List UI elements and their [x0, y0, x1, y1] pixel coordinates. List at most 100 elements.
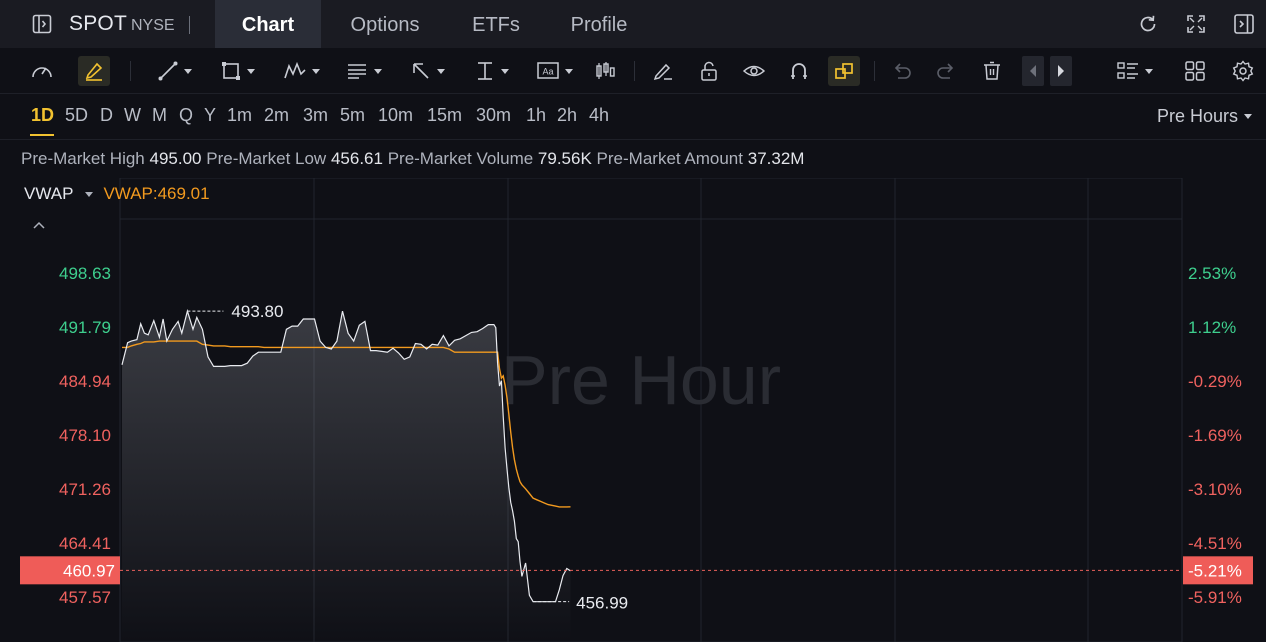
premarket-amount-value: 37.32M: [747, 149, 805, 168]
tab-profile[interactable]: Profile: [556, 0, 642, 48]
pattern-tool[interactable]: [278, 56, 324, 86]
lock-tool[interactable]: [696, 56, 722, 86]
visibility-tool[interactable]: [740, 56, 768, 86]
arrow-tool[interactable]: [404, 56, 450, 86]
tab-etfs[interactable]: ETFs: [461, 0, 531, 48]
prev-icon: [1030, 65, 1036, 77]
toolbar-separator: [874, 61, 875, 81]
premarket-high-value: 495.00: [149, 149, 202, 168]
top-bar: SPOT NYSE Chart Options ETFs Profile: [0, 0, 1266, 48]
prev-button[interactable]: [1022, 56, 1044, 86]
redo-button[interactable]: [934, 56, 958, 86]
refresh-icon[interactable]: [1137, 13, 1159, 35]
timeframe-2m[interactable]: 2m: [264, 105, 289, 126]
indicator-name[interactable]: VWAP: [24, 184, 73, 204]
premarket-high-label: Pre-Market High: [21, 149, 145, 168]
timeframe-5d[interactable]: 5D: [65, 105, 88, 126]
brush-tool[interactable]: [650, 56, 676, 86]
line-tool[interactable]: [150, 56, 198, 86]
timeframe-30m[interactable]: 30m: [476, 105, 511, 126]
percent-tick-label: -4.51%: [1188, 534, 1242, 553]
list-icon: [1116, 62, 1138, 79]
link-icon: [835, 63, 853, 79]
drawing-toolbar: Aa: [0, 48, 1266, 94]
highlight-pen-icon: [85, 62, 103, 81]
brush-icon: [653, 63, 672, 81]
percent-tick-label: 2.53%: [1188, 264, 1236, 283]
price-tick-label: 478.10: [59, 426, 111, 445]
layout-grid-tool[interactable]: [1182, 56, 1208, 86]
text-tool[interactable]: Aa: [530, 56, 578, 86]
lock-icon: [701, 61, 717, 81]
timeframe-q[interactable]: Q: [179, 105, 193, 126]
price-chart[interactable]: Pre Hour 493.80 456.99 498.63 491.79 484.94 47…: [0, 178, 1266, 642]
timeframe-active-indicator: [30, 134, 54, 136]
timeframe-bar: 1D 5D D W M Q Y 1m 2m 3m 5m 10m 15m 30m …: [0, 94, 1266, 140]
timeframe-m[interactable]: M: [152, 105, 167, 126]
percent-tick-label: -3.10%: [1188, 480, 1242, 499]
timeframe-d[interactable]: D: [100, 105, 113, 126]
percent-tick-label: -5.91%: [1188, 588, 1242, 607]
magnet-tool[interactable]: [786, 56, 812, 86]
premarket-volume-value: 79.56K: [537, 149, 592, 168]
session-dropdown[interactable]: Pre Hours: [1157, 106, 1252, 127]
price-tick-label: 498.63: [59, 264, 111, 283]
undo-button[interactable]: [890, 56, 914, 86]
measure-tool[interactable]: [468, 56, 514, 86]
speed-tool[interactable]: [28, 56, 56, 86]
speed-icon: [32, 67, 52, 78]
timeframe-1h[interactable]: 1h: [526, 105, 546, 126]
svg-text:Aa: Aa: [542, 67, 553, 77]
timeframe-3m[interactable]: 3m: [303, 105, 328, 126]
tab-chart[interactable]: Chart: [215, 0, 321, 48]
grid-icon: [1185, 61, 1205, 81]
low-annotation: 456.99: [576, 594, 628, 613]
next-button[interactable]: [1050, 56, 1072, 86]
magnet-icon: [791, 63, 807, 79]
next-icon: [1058, 65, 1064, 77]
current-percent-label: -5.21%: [1188, 561, 1242, 580]
fib-tool[interactable]: [340, 56, 386, 86]
highlight-pen-tool[interactable]: [78, 56, 110, 86]
eye-icon: [742, 65, 766, 77]
premarket-volume-label: Pre-Market Volume: [387, 149, 534, 168]
timeframe-y[interactable]: Y: [204, 105, 216, 126]
panel-toggle-icon[interactable]: [1233, 13, 1255, 35]
chart-settings-button[interactable]: [1230, 56, 1256, 86]
tab-options[interactable]: Options: [334, 0, 436, 48]
collapse-up-icon[interactable]: [32, 220, 46, 230]
rectangle-tool[interactable]: [214, 56, 260, 86]
premarket-stats: Pre-Market High 495.00 Pre-Market Low 45…: [21, 149, 804, 169]
timeframe-4h[interactable]: 4h: [589, 105, 609, 126]
vwap-indicator-header: VWAP VWAP:469.01: [24, 184, 210, 204]
redo-icon: [937, 63, 954, 79]
candles-tool[interactable]: [592, 56, 618, 86]
watermark-text: Pre Hour: [501, 341, 781, 419]
timeframe-2h[interactable]: 2h: [557, 105, 577, 126]
arrow-icon: [412, 63, 429, 79]
header-divider: [189, 16, 190, 34]
fullscreen-icon[interactable]: [1185, 13, 1207, 35]
timeframe-1d[interactable]: 1D: [31, 105, 54, 126]
timeframe-15m[interactable]: 15m: [427, 105, 462, 126]
fib-icon: [347, 64, 366, 79]
indicator-dropdown-icon[interactable]: [85, 191, 94, 197]
link-tool[interactable]: [828, 56, 860, 86]
timeframe-10m[interactable]: 10m: [378, 105, 413, 126]
chevron-down-icon: [1244, 114, 1252, 119]
candles-icon: [596, 62, 615, 79]
timeframe-w[interactable]: W: [124, 105, 141, 126]
current-price-label: 460.97: [63, 561, 115, 580]
price-tick-label: 491.79: [59, 318, 111, 337]
sidebar-toggle-icon[interactable]: [32, 14, 52, 34]
percent-tick-label: 1.12%: [1188, 318, 1236, 337]
rectangle-icon: [221, 62, 240, 80]
text-icon: Aa: [536, 62, 559, 79]
delete-button[interactable]: [980, 56, 1004, 86]
timeframe-5m[interactable]: 5m: [340, 105, 365, 126]
layout-list-tool[interactable]: [1110, 56, 1158, 86]
session-label: Pre Hours: [1156, 106, 1238, 126]
timeframe-1m[interactable]: 1m: [227, 105, 252, 126]
price-tick-label: 464.41: [59, 534, 111, 553]
ticker-symbol: SPOT: [69, 12, 127, 35]
